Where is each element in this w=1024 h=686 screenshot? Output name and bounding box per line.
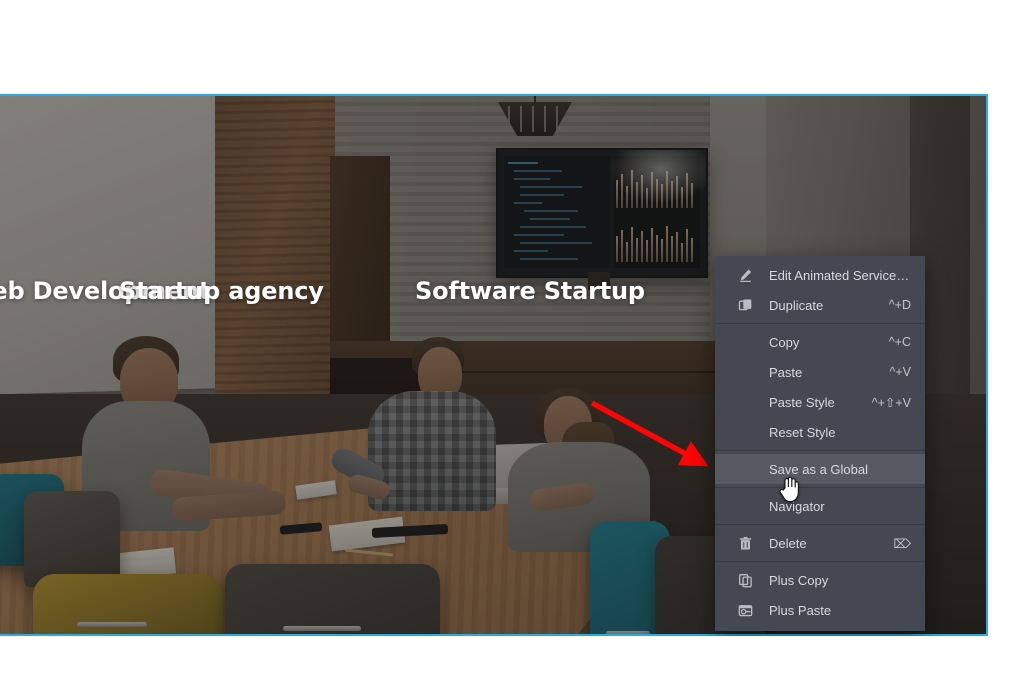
chair-handle-3 [606,631,650,634]
menu-item-paste-style[interactable]: Paste Style ^+⇧+V [715,387,925,417]
copy-pages-icon [737,572,753,588]
chair-handle [77,622,147,627]
context-menu[interactable]: Edit Animated Service Box… Duplicate ^+D Co… [715,256,925,631]
menu-item-shortcut: ⌦ [893,536,911,551]
menu-item-plus-paste[interactable]: Plus Paste [715,595,925,625]
wood-wall-panel [215,96,335,424]
monitor-glare [606,150,706,204]
menu-separator [715,561,925,562]
menu-item-plus-copy[interactable]: Plus Copy [715,565,925,595]
menu-item-label: Plus Copy [769,572,829,588]
menu-item-label: Duplicate [769,297,824,313]
menu-separator [715,487,925,488]
menu-item-shortcut: ^+C [888,335,911,349]
pencil-icon [737,267,753,283]
menu-item-duplicate[interactable]: Duplicate ^+D [715,290,925,320]
page-bottom-margin [0,636,1024,686]
chair-handle-2 [283,626,361,631]
menu-item-label: Edit Animated Service Box… [769,267,911,283]
menu-item-edit-animated-service-box[interactable]: Edit Animated Service Box… [715,260,925,290]
menu-item-navigator[interactable]: Navigator [715,491,925,521]
menu-item-reset-style[interactable]: Reset Style [715,417,925,447]
menu-item-shortcut: ^+V [889,365,911,379]
chair-dark-front [225,564,440,634]
menu-item-copy[interactable]: Copy ^+C [715,327,925,357]
chair-grey-left [24,491,120,587]
trash-icon [737,535,753,551]
menu-item-paste[interactable]: Paste ^+V [715,357,925,387]
menu-item-shortcut: ^+D [888,298,911,312]
screenshot-root: Web Development Startup agency Software … [0,0,1024,686]
paste-icon [737,602,753,618]
menu-item-label: Copy [769,334,800,350]
page-right-margin [988,94,1024,636]
menu-item-label: Delete [769,535,807,551]
menu-item-label: Paste [769,364,803,380]
menu-separator [715,524,925,525]
page-top-margin [0,0,1024,94]
wall-monitor [496,148,708,278]
menu-item-delete[interactable]: Delete ⌦ [715,528,925,558]
menu-item-label: Navigator [769,498,825,514]
menu-separator [715,450,925,451]
menu-item-save-as-a-global[interactable]: Save as a Global [715,454,925,484]
menu-item-shortcut: ^+⇧+V [871,395,911,410]
chair-yellow-front [33,574,223,634]
menu-item-label: Save as a Global [769,461,869,477]
menu-item-label: Plus Paste [769,602,832,618]
duplicate-icon [737,297,753,313]
menu-item-label: Reset Style [769,424,836,440]
menu-item-label: Paste Style [769,394,835,410]
monitor-stand [588,272,610,290]
monitor-code-panel [504,156,610,268]
menu-separator [715,323,925,324]
